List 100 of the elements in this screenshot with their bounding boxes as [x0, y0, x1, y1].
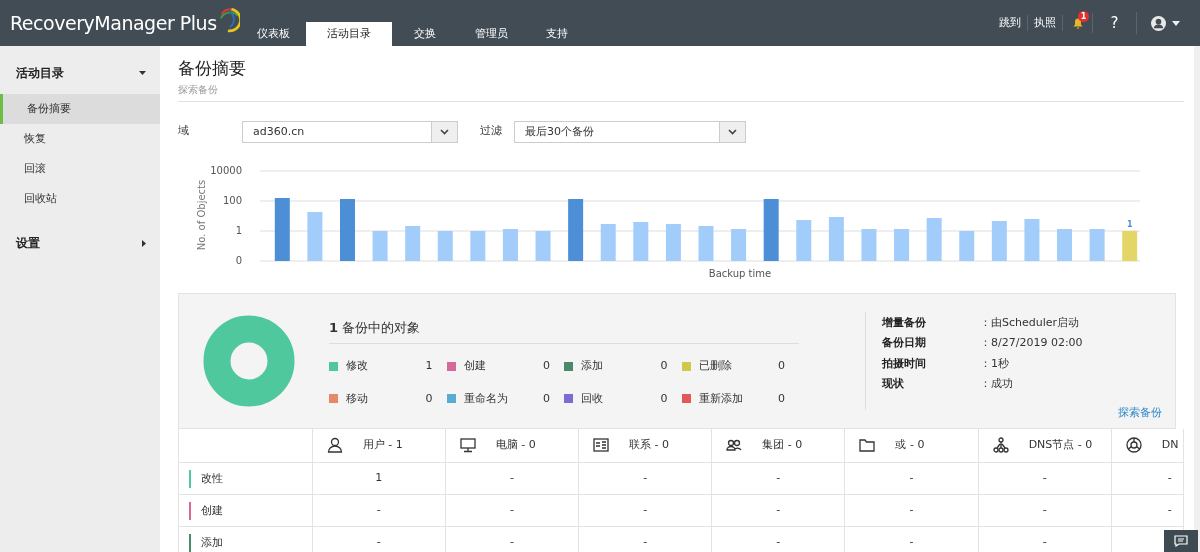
caret-down-icon: [139, 71, 146, 75]
legend-value: 0: [778, 390, 785, 407]
page-title: 备份摘要: [178, 57, 247, 80]
node-tree-icon: [992, 437, 1009, 454]
chevron-down-icon: [728, 128, 737, 135]
legend-value: 1: [425, 358, 433, 374]
table-cell: -: [978, 494, 1112, 527]
table-cell: -: [711, 462, 845, 495]
table-cell: -: [844, 526, 979, 552]
nav-tab[interactable]: 支持: [524, 22, 590, 46]
table-cell: -: [578, 494, 712, 527]
detail-label: 增量备份: [882, 314, 927, 331]
nav-tab[interactable]: 管理员: [458, 22, 524, 46]
header-link[interactable]: 执照: [1028, 14, 1063, 32]
column-header[interactable]: DNS节点 - 0: [992, 437, 1097, 454]
people-icon: [726, 437, 743, 454]
chat-icon: [1174, 535, 1188, 547]
user-avatar-icon: [1151, 15, 1166, 31]
arc-logo-icon: [218, 6, 240, 34]
legend-value: 0: [425, 390, 433, 407]
legend-value: 0: [778, 358, 785, 374]
id-card-icon: [593, 437, 610, 454]
sidebar-item[interactable]: 恢复: [0, 124, 160, 154]
legend-label: 重新添加: [698, 390, 744, 407]
folder-icon: [859, 437, 876, 454]
bell-icon: [1072, 17, 1083, 29]
table-cell: -: [445, 526, 579, 552]
table-cell: -: [844, 462, 979, 495]
brand-logo: RecoveryManager Plus: [10, 10, 217, 36]
row-label: 添加: [189, 533, 312, 552]
caret-right-icon: [142, 239, 146, 247]
legend-value: 0: [660, 358, 668, 374]
table-cell: -: [711, 526, 845, 552]
sidebar-item[interactable]: 回收站: [0, 184, 160, 214]
table-cell: -: [578, 462, 712, 495]
notification-button[interactable]: 1: [1063, 13, 1093, 33]
monitor-icon: [459, 437, 476, 454]
detail-value: ：成功: [980, 376, 1013, 392]
header-link[interactable]: 跳到: [993, 14, 1028, 32]
column-header[interactable]: 联系 - 0: [593, 437, 698, 454]
column-header[interactable]: 用户 - 1: [326, 437, 431, 454]
filter-label: 域: [178, 123, 190, 140]
table-cell: -: [844, 494, 979, 527]
y-axis-label: No. of Objects: [196, 179, 207, 250]
caret-icon: [1172, 20, 1180, 26]
nav-tab[interactable]: 仪表板: [240, 22, 306, 46]
sidebar-section[interactable]: 设置: [0, 232, 160, 254]
notification-badge: 1: [1078, 11, 1089, 22]
detail-label: 备份日期: [882, 335, 927, 351]
person-icon: [326, 437, 343, 454]
legend-label: 已删除: [698, 358, 733, 374]
circle-network-icon: [1125, 437, 1142, 454]
y-tick-label: 10000: [210, 164, 242, 176]
legend-label: 回收: [581, 390, 604, 407]
table-cell: -: [445, 462, 579, 495]
legend-value: 0: [543, 358, 550, 374]
object-count: 1: [329, 319, 339, 335]
sidebar-item[interactable]: 回滚: [0, 154, 160, 184]
column-header[interactable]: 电脑 - 0: [459, 437, 565, 454]
page-subtitle: 探索备份: [178, 82, 219, 97]
table-cell: -: [578, 526, 712, 552]
column-header[interactable]: DN: [1125, 437, 1183, 454]
nav-tab[interactable]: 交换: [392, 22, 458, 46]
table-cell: -: [978, 462, 1112, 495]
x-axis-label: Backup time: [708, 267, 772, 279]
table-cell: -: [312, 526, 446, 552]
column-header[interactable]: 集团 - 0: [726, 437, 831, 454]
detail-value: ：由Scheduler启动: [980, 314, 1080, 331]
legend-value: 0: [660, 390, 668, 407]
dropdown[interactable]: 最后30个备份: [514, 120, 746, 143]
detail-label: 现状: [882, 376, 905, 392]
legend-label: 添加: [581, 358, 604, 374]
table-cell: -: [711, 494, 845, 527]
table-cell: 1: [312, 462, 446, 495]
detail-value: ：8/27/2019 02:00: [980, 335, 1083, 351]
sidebar-item[interactable]: 备份摘要: [0, 94, 160, 124]
help-button[interactable]: ?: [1093, 11, 1137, 35]
table-cell: -: [312, 494, 446, 527]
row-label: 改性: [189, 469, 312, 488]
detail-value: ：1秒: [980, 355, 1009, 372]
row-label: 创建: [189, 501, 312, 520]
data-label: 1: [1126, 219, 1133, 229]
legend-label: 创建: [463, 358, 487, 374]
filter-label: 过滤: [480, 123, 503, 140]
nav-tab[interactable]: 活动目录: [306, 22, 392, 46]
y-tick-label: 1: [235, 224, 242, 236]
y-tick-label: 0: [235, 254, 242, 266]
legend-label: 重命名为: [463, 390, 509, 407]
table-cell: -: [978, 526, 1112, 552]
summary-heading: 备份中的对象: [342, 319, 421, 335]
sidebar-section[interactable]: 活动目录: [0, 62, 160, 84]
legend-label: 移动: [346, 390, 369, 407]
chat-button[interactable]: [1164, 530, 1198, 552]
legend-label: 修改: [346, 358, 369, 374]
y-tick-label: 100: [222, 194, 242, 206]
column-header[interactable]: 或 - 0: [859, 437, 964, 454]
dropdown[interactable]: ad360.cn: [242, 120, 458, 143]
detail-label: 拍摄时间: [882, 355, 927, 372]
legend-value: 0: [543, 390, 550, 407]
explore-backup-link[interactable]: 探索备份: [1118, 404, 1162, 421]
